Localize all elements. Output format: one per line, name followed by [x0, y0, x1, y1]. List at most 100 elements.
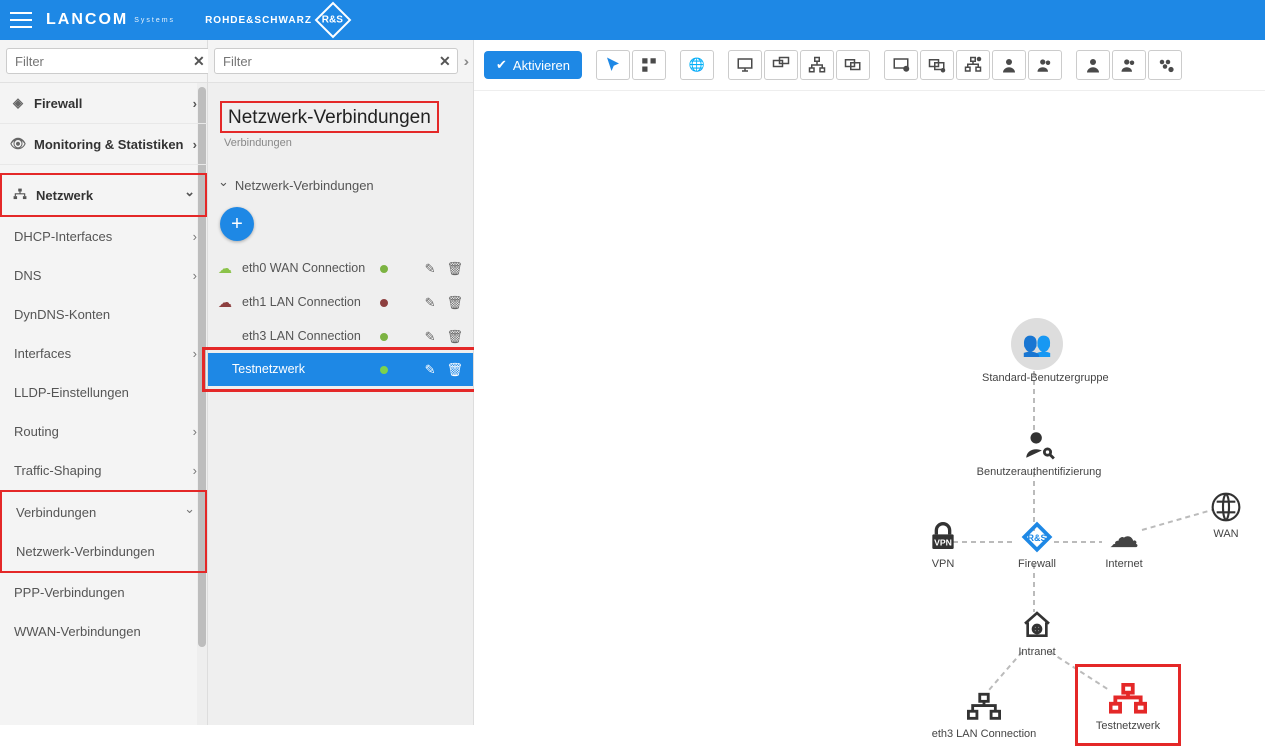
nav-sub-dns[interactable]: DNS: [0, 256, 207, 295]
networks-icon[interactable]: [836, 50, 870, 80]
vpn-host-icon[interactable]: [884, 50, 918, 80]
edit-icon[interactable]: ✎: [425, 329, 436, 345]
sitemap-icon: [12, 188, 28, 202]
vpn-lock-icon: VPN: [918, 518, 968, 556]
topology-edges: [474, 92, 1265, 725]
network-icon[interactable]: [800, 50, 834, 80]
panel-title: Netzwerk-Verbindungen: [228, 107, 431, 128]
menu-hamburger-icon[interactable]: [10, 12, 32, 28]
nav-sub-netzverb[interactable]: Netzwerk-Verbindungen: [2, 532, 205, 571]
node-intranet[interactable]: Intranet: [1008, 606, 1066, 658]
group-icon[interactable]: [1028, 50, 1062, 80]
nav-sub-traffic[interactable]: Traffic-Shaping: [0, 451, 207, 490]
clear-icon[interactable]: ✕: [439, 53, 451, 70]
nav-item-monitoring[interactable]: 👁 Monitoring & Statistiken: [0, 124, 207, 165]
chevron-down-icon: [184, 187, 195, 203]
vpn-net-icon[interactable]: [956, 50, 990, 80]
vpn-group-icon[interactable]: [1148, 50, 1182, 80]
brand-lancom: LANCOM: [46, 11, 128, 29]
nav-sub-ppp[interactable]: PPP-Verbindungen: [0, 573, 207, 612]
network-eth-icon: [926, 688, 1042, 726]
delete-icon[interactable]: 🗑: [446, 261, 463, 277]
node-auth[interactable]: Benutzerauthentifizierung: [974, 426, 1104, 478]
nav-filter-input[interactable]: [13, 53, 193, 70]
section-label: Netzwerk-Verbindungen: [235, 178, 374, 193]
hosts-icon[interactable]: [764, 50, 798, 80]
add-connection-button[interactable]: +: [220, 207, 254, 241]
rs-logo-icon: R&S: [315, 2, 352, 39]
home-intranet-icon: [1008, 606, 1066, 644]
svg-text:VPN: VPN: [934, 538, 952, 548]
node-wan[interactable]: WAN: [1196, 488, 1256, 540]
delete-icon[interactable]: 🗑: [446, 362, 463, 378]
canvas-toolbar: ✔ Aktivieren 🌐: [474, 40, 1265, 91]
cloud-icon: ☁: [218, 260, 234, 277]
nav-sub-dhcp[interactable]: DHCP-Interfaces: [0, 217, 207, 256]
edit-icon[interactable]: ✎: [425, 261, 436, 277]
nav-sub-verbindungen[interactable]: Verbindungen: [2, 492, 205, 532]
clear-icon[interactable]: ✕: [193, 53, 205, 70]
connection-label: eth0 WAN Connection: [242, 261, 372, 277]
node-eth3[interactable]: eth3 LAN Connection: [926, 688, 1042, 740]
pointer-tool-icon[interactable]: [596, 50, 630, 80]
topology-canvas[interactable]: 👥 Standard-Benutzergruppe Benutzerauthen…: [474, 92, 1265, 725]
firewall-diamond-icon: R&S: [1010, 518, 1064, 556]
status-dot: [380, 366, 388, 374]
nav-filter-box[interactable]: ✕: [6, 48, 212, 74]
nav-sub-interfaces[interactable]: Interfaces: [0, 334, 207, 373]
app-header: LANCOM Systems ROHDE&SCHWARZ R&S: [0, 0, 1265, 40]
vpn-hosts-icon[interactable]: [920, 50, 954, 80]
connection-label: eth1 LAN Connection: [242, 295, 372, 311]
host-icon[interactable]: [728, 50, 762, 80]
vpn-user-icon[interactable]: [1076, 50, 1110, 80]
layout-tool-icon[interactable]: [632, 50, 666, 80]
connection-row[interactable]: ☁ eth0 WAN Connection ✎ 🗑: [208, 251, 473, 285]
nav-item-netzwerk[interactable]: Netzwerk: [2, 175, 205, 215]
status-dot: [380, 299, 388, 307]
nav-item-firewall[interactable]: ◈ Firewall: [0, 83, 207, 124]
nav-sub-dyndns[interactable]: DynDNS-Konten: [0, 295, 207, 334]
node-vpn[interactable]: VPN VPN: [918, 518, 968, 570]
cloud-internet-icon: ☁: [1094, 518, 1154, 556]
section-header[interactable]: Netzwerk-Verbindungen: [208, 173, 473, 197]
nav-label: Netzwerk: [36, 188, 93, 203]
edit-icon[interactable]: ✎: [425, 362, 436, 378]
chevron-down-icon: [218, 177, 229, 193]
node-firewall[interactable]: R&S Firewall: [1010, 518, 1064, 570]
delete-icon[interactable]: 🗑: [446, 329, 463, 345]
connection-row-selected[interactable]: Testnetzwerk ✎ 🗑: [208, 353, 473, 386]
topology-canvas-panel: ✔ Aktivieren 🌐: [474, 40, 1265, 725]
activate-button[interactable]: ✔ Aktivieren: [484, 51, 582, 79]
nav-sidebar: ✕ ︿﹀ ◈ Firewall 👁 Monitoring & Statistik…: [0, 40, 208, 725]
cloud-icon: ☁: [218, 294, 234, 311]
chevron-right-icon: [193, 96, 197, 111]
collapse-horiz-icon[interactable]: ››: [462, 53, 467, 69]
vpn-users-icon[interactable]: [1112, 50, 1146, 80]
users-icon: 👥: [1011, 318, 1063, 370]
connection-label: Testnetzwerk: [232, 362, 372, 378]
eye-icon: 👁: [10, 136, 26, 152]
mid-filter-box[interactable]: ✕: [214, 48, 458, 74]
connection-row[interactable]: ☁ eth3 LAN Connection ✎ 🗑: [208, 319, 473, 353]
nav-sub-lldp[interactable]: LLDP-Einstellungen: [0, 373, 207, 412]
node-internet[interactable]: ☁ Internet: [1094, 518, 1154, 570]
nav-sub-routing[interactable]: Routing: [0, 412, 207, 451]
globe-icon[interactable]: 🌐: [680, 50, 714, 80]
brand-lancom-sub: Systems: [134, 17, 175, 24]
svg-text:R&S: R&S: [1027, 533, 1046, 543]
user-icon[interactable]: [992, 50, 1026, 80]
nav-label: Firewall: [34, 96, 82, 111]
node-user-group[interactable]: 👥 Standard-Benutzergruppe: [982, 318, 1092, 384]
mid-filter-input[interactable]: [221, 53, 439, 70]
shield-icon: ◈: [10, 95, 26, 111]
panel-title-highlight: Netzwerk-Verbindungen: [220, 101, 439, 133]
edit-icon[interactable]: ✎: [425, 295, 436, 311]
connection-label: eth3 LAN Connection: [242, 329, 372, 345]
user-key-icon: [974, 426, 1104, 464]
connection-row[interactable]: ☁ eth1 LAN Connection ✎ 🗑: [208, 285, 473, 319]
testnet-highlight: [1075, 664, 1181, 746]
nav-sub-wwan[interactable]: WWAN-Verbindungen: [0, 612, 207, 651]
panel-subtitle: Verbindungen: [220, 137, 461, 149]
chevron-down-icon: [184, 504, 195, 520]
delete-icon[interactable]: 🗑: [446, 295, 463, 311]
